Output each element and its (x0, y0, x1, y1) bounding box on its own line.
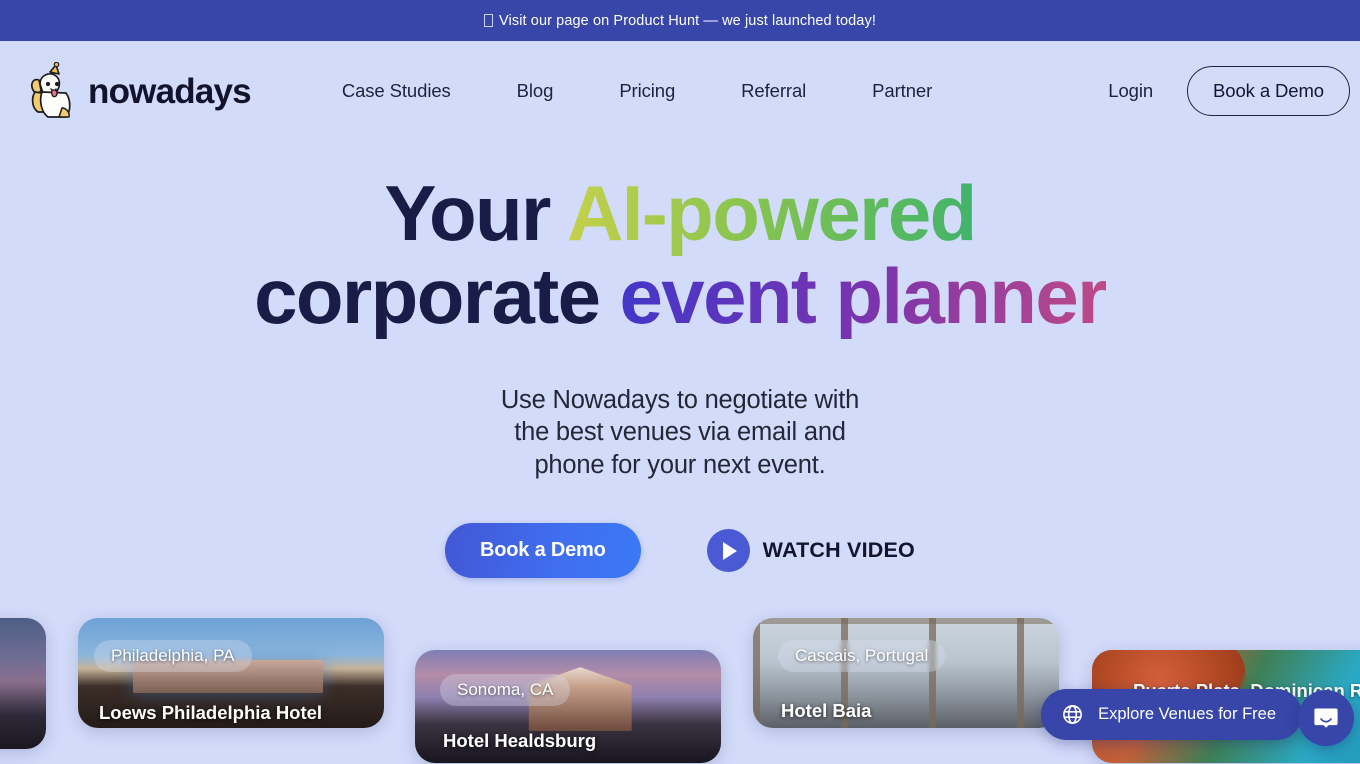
brand-logo[interactable]: nowadays (26, 62, 252, 120)
hero-section: Your AI-powered corporate event planner … (0, 141, 1360, 579)
announcement-label: Visit our page on Product Hunt — we just… (499, 12, 876, 29)
chat-bubble-icon (1314, 708, 1338, 728)
venue-name: Loews Philadelphia Hotel (99, 702, 323, 723)
play-icon (706, 529, 750, 573)
nav-book-demo-button[interactable]: Book a Demo (1187, 66, 1350, 116)
landing-page: Visit our page on Product Hunt — we just… (0, 0, 1360, 764)
hero-book-demo-button[interactable]: Book a Demo (445, 523, 641, 579)
nav-item-referral[interactable]: Referral (708, 80, 839, 102)
subhead-line-1: Use Nowadays to negotiate with (500, 385, 860, 414)
chat-widget-button[interactable] (1298, 690, 1354, 746)
watch-video-button[interactable]: WATCH VIDEO (706, 529, 915, 573)
nav-links: Case Studies Blog Pricing Referral Partn… (309, 80, 965, 102)
explore-venues-label: Explore Venues for Free (1098, 705, 1276, 723)
nav-item-pricing[interactable]: Pricing (586, 80, 708, 102)
brand-name: nowadays (88, 71, 252, 111)
venue-name: Hotel Healdsburg (443, 730, 597, 751)
venue-location-badge: Philadelphia, PA (94, 640, 252, 672)
subhead-line-2: the best venues via email and (514, 418, 846, 447)
nav-item-blog[interactable]: Blog (484, 80, 587, 102)
headline-word-ai-powered: AI-powered (566, 169, 977, 257)
login-link[interactable]: Login (1102, 80, 1159, 102)
subhead-line-3: phone for your next event. (534, 450, 826, 479)
main-navigation: nowadays Case Studies Blog Pricing Refer… (0, 41, 1360, 141)
venue-card-partial-left[interactable] (0, 618, 46, 749)
headline-word-event-planner: event planner (619, 252, 1108, 341)
product-hunt-emoji-icon (484, 13, 494, 27)
venue-name: Hotel Baia (781, 700, 872, 721)
nav-actions: Login Book a Demo (1102, 66, 1350, 116)
explore-venues-button[interactable]: Explore Venues for Free (1041, 689, 1302, 740)
party-dog-logo-icon (30, 62, 71, 118)
hero-headline: Your AI-powered corporate event planner (0, 141, 1360, 339)
nav-item-case-studies[interactable]: Case Studies (309, 80, 484, 102)
hero-cta-row: Book a Demo WATCH VIDEO (0, 523, 1360, 579)
venue-card-hotel-healdsburg[interactable]: Sonoma, CA Hotel Healdsburg (415, 650, 721, 763)
venue-card-hotel-baia[interactable]: Cascais, Portugal Hotel Baia (753, 618, 1059, 728)
headline-word-your: Your (384, 169, 567, 257)
globe-icon (1063, 705, 1083, 724)
hero-subheading: Use Nowadays to negotiate with the best … (0, 384, 1360, 481)
watch-video-label: WATCH VIDEO (762, 538, 915, 563)
headline-word-corporate: corporate (254, 252, 620, 341)
venue-photo (0, 618, 46, 749)
announcement-banner[interactable]: Visit our page on Product Hunt — we just… (0, 0, 1360, 41)
venue-card-loews-philadelphia[interactable]: Philadelphia, PA Loews Philadelphia Hote… (78, 618, 384, 728)
nav-item-partner[interactable]: Partner (839, 80, 965, 102)
venue-location-badge: Sonoma, CA (440, 674, 571, 706)
announcement-text: Visit our page on Product Hunt — we just… (484, 13, 876, 29)
venue-location-badge: Cascais, Portugal (778, 640, 946, 672)
